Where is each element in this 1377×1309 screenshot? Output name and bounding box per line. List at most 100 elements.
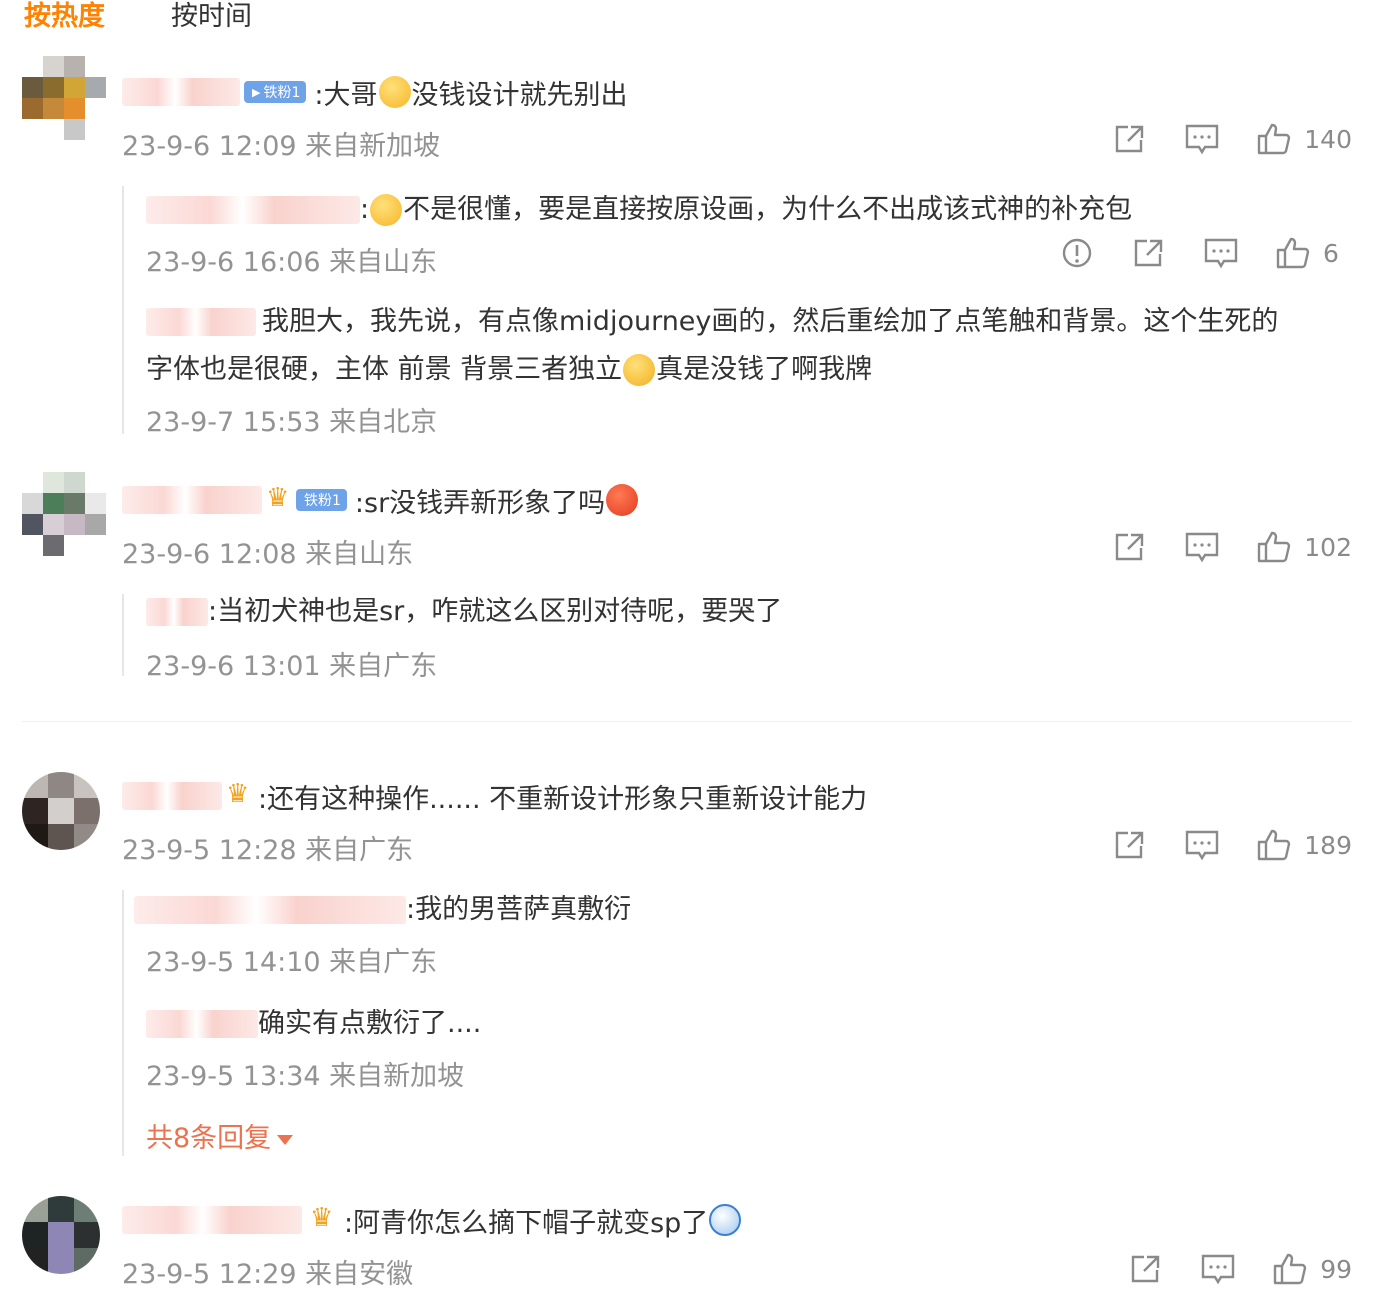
reply-text: :当初犬神也是sr，咋就这么区别对待呢，要哭了 [208, 596, 783, 627]
reply-thread: :我的男菩萨真敷衍 23-9-5 14:10 来自广东 确实有点敷衍了.... … [122, 890, 631, 1156]
comment-meta: 23-9-6 12:09 来自新加坡 [122, 131, 441, 162]
smile-emoji-icon [378, 76, 411, 108]
username-pixelated[interactable] [122, 782, 222, 810]
more-replies-label: 共8条回复 [146, 1123, 272, 1154]
like-count: 140 [1304, 124, 1352, 154]
crown-icon [266, 483, 292, 513]
comment-icon [1186, 532, 1219, 563]
username-pixelated[interactable] [122, 486, 262, 514]
reply-text: 我胆大，我先说，有点像midjourney画的，然后重绘加了点笔触和背景。这个生… [262, 306, 1279, 337]
comment-actions: 189 [1076, 828, 1352, 862]
share-button[interactable] [1112, 828, 1148, 862]
comment-button[interactable] [1200, 1252, 1236, 1286]
like-count: 189 [1304, 830, 1352, 860]
avatar[interactable] [22, 772, 100, 850]
doge-emoji-icon [709, 1204, 742, 1236]
like-button[interactable]: 6 [1275, 236, 1339, 270]
reply-text: 真是没钱了啊我牌 [656, 354, 873, 385]
reply-text: 不是很懂，要是直接按原设画，为什么不出成该式神的补充包 [403, 194, 1133, 225]
smile-emoji-icon [370, 194, 403, 226]
username-pixelated[interactable] [146, 196, 360, 224]
avatar[interactable] [22, 56, 106, 140]
comment-button[interactable] [1184, 122, 1220, 156]
reply-item: 我胆大，我先说，有点像midjourney画的，然后重绘加了点笔触和背景。这个生… [146, 298, 1278, 439]
thumbs-up-icon [1258, 531, 1291, 563]
comment-text: :还有这种操作...... 不重新设计形象只重新设计能力 [258, 783, 868, 815]
like-count: 6 [1323, 238, 1339, 268]
crown-icon [226, 779, 252, 809]
username-pixelated[interactable] [146, 308, 256, 336]
reply-item: : 不是很懂，要是直接按原设画，为什么不出成该式神的补充包 23-9-6 16:… [146, 186, 1132, 279]
comment-text: :大哥 [314, 79, 378, 111]
comment-meta: 23-9-5 12:28 来自广东 [122, 835, 414, 866]
reply-meta: 23-9-6 16:06 来自山东 [146, 247, 438, 278]
thumbs-up-icon [1258, 123, 1291, 155]
comment-line: :还有这种操作...... 不重新设计形象只重新设计能力 [122, 776, 867, 816]
reply-text: 字体也是很硬，主体 前景 背景三者独立 [146, 354, 623, 385]
comment-actions: 140 [1076, 122, 1352, 156]
share-icon [1116, 831, 1144, 859]
reply-thread: : 不是很懂，要是直接按原设画，为什么不出成该式神的补充包 23-9-6 16:… [122, 186, 1339, 438]
reply-actions: 6 [1059, 236, 1339, 270]
like-button[interactable]: 102 [1256, 530, 1352, 564]
divider [22, 721, 1352, 722]
fan-badge: ▶ 铁粉1 [244, 81, 307, 103]
fan-badge-label: 铁粉1 [304, 493, 341, 509]
comment-icon [1201, 1254, 1235, 1285]
thumbs-up-icon [1258, 829, 1291, 861]
tab-hot[interactable]: 按热度 [24, 1, 105, 33]
like-button[interactable]: 99 [1272, 1252, 1352, 1286]
more-replies-link[interactable]: 共8条回复 [146, 1116, 294, 1155]
share-button[interactable] [1112, 122, 1148, 156]
share-icon [1116, 533, 1144, 561]
reply-meta: 23-9-5 14:10 来自广东 [146, 947, 438, 978]
reply-text: :我的男菩萨真敷衍 [406, 894, 632, 925]
comment-button[interactable] [1203, 236, 1239, 270]
thumbs-up-icon [1276, 237, 1310, 269]
comment-icon [1186, 830, 1219, 861]
reply-text: 确实有点敷衍了.... [258, 1008, 482, 1039]
comment-text: :阿青你怎么摘下帽子就变sp了 [344, 1207, 709, 1239]
angry-emoji-icon [606, 484, 639, 516]
reply-meta: 23-9-6 13:01 来自广东 [146, 651, 438, 682]
username-pixelated[interactable] [146, 598, 208, 626]
crying-emoji-icon [623, 354, 656, 386]
reply-item: :我的男菩萨真敷衍 23-9-5 14:10 来自广东 [134, 890, 631, 979]
comment-actions: 102 [1076, 530, 1352, 564]
username-pixelated[interactable] [146, 1010, 258, 1038]
comment-text: :sr没钱弄新形象了吗 [354, 487, 606, 519]
report-button[interactable] [1059, 236, 1095, 270]
fan-badge: 铁粉1 [296, 489, 347, 511]
like-count: 99 [1320, 1254, 1352, 1284]
arrow-icon: ▶ [252, 85, 261, 99]
share-icon [1116, 125, 1144, 153]
comment-button[interactable] [1184, 530, 1220, 564]
like-button[interactable]: 140 [1256, 122, 1352, 156]
share-button[interactable] [1131, 236, 1167, 270]
avatar[interactable] [22, 472, 106, 556]
caret-down-icon [277, 1134, 294, 1145]
sort-tabs: 按热度 按时间 [24, 0, 318, 34]
like-count: 102 [1304, 532, 1352, 562]
username-pixelated[interactable] [134, 896, 406, 924]
tab-time[interactable]: 按时间 [171, 1, 252, 33]
username-pixelated[interactable] [122, 78, 240, 106]
reply-meta: 23-9-7 15:53 来自北京 [146, 407, 438, 438]
comment-line: ▶ 铁粉1 :大哥 没钱设计就先别出 [122, 72, 628, 112]
avatar[interactable] [22, 1196, 100, 1274]
share-button[interactable] [1128, 1252, 1164, 1286]
comment-icon [1186, 124, 1219, 155]
crown-icon [310, 1203, 336, 1233]
share-button[interactable] [1112, 530, 1148, 564]
reply-item: :当初犬神也是sr，咋就这么区别对待呢，要哭了 23-9-6 13:01 来自广… [146, 594, 782, 683]
like-button[interactable]: 189 [1256, 828, 1352, 862]
thumbs-up-icon [1273, 1253, 1307, 1285]
comment-line: :阿青你怎么摘下帽子就变sp了 [122, 1200, 742, 1240]
comment-button[interactable] [1184, 828, 1220, 862]
comment-meta: 23-9-5 12:29 来自安徽 [122, 1259, 414, 1290]
comment-text: 没钱设计就先别出 [411, 79, 628, 111]
reply-item: 确实有点敷衍了.... 23-9-5 13:34 来自新加坡 [146, 1004, 481, 1093]
reply-thread: :当初犬神也是sr，咋就这么区别对待呢，要哭了 23-9-6 13:01 来自广… [122, 594, 782, 682]
username-pixelated[interactable] [122, 1206, 302, 1234]
comment-icon [1204, 238, 1238, 269]
